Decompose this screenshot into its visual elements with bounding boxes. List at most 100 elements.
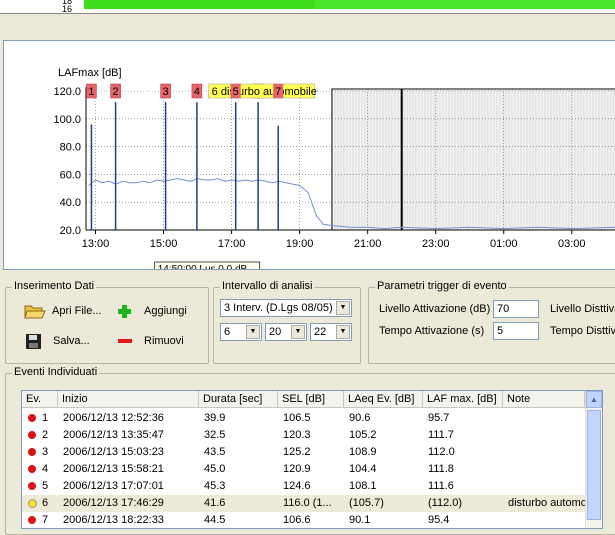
cell-durata: 45.3 xyxy=(204,480,226,492)
table-row[interactable]: 4 2006/12/13 15:58:21 45.0 120.9 104.4 111.8 xyxy=(22,461,585,478)
col-header-lafmax[interactable]: LAF max. [dB] xyxy=(423,391,503,408)
cell-laeq: 105.2 xyxy=(349,429,377,441)
table-row[interactable]: 1 2006/12/13 12:52:36 39.9 106.5 90.6 95.7 xyxy=(22,410,585,427)
cell-sel: 120.9 xyxy=(283,463,311,475)
event-marker-label: 7 xyxy=(275,86,281,98)
event-annotation: 6 disturbo automobile xyxy=(212,86,317,98)
status-dot-icon xyxy=(28,482,36,490)
scroll-up-arrow-icon[interactable]: ▲ xyxy=(586,391,602,408)
cell-lafmax: 111.6 xyxy=(428,480,454,492)
add-button[interactable]: Aggiungi xyxy=(116,301,187,321)
interval-select[interactable]: 3 Interv. (D.Lgs 08/05) ▼ xyxy=(220,299,352,317)
chevron-down-icon[interactable]: ▼ xyxy=(336,325,350,339)
trigger-title: Parametri trigger di evento xyxy=(375,280,509,292)
plus-icon xyxy=(118,305,131,318)
floppy-icon xyxy=(26,334,41,349)
shaded-region xyxy=(331,88,615,231)
status-dot-icon xyxy=(28,414,36,422)
folder-icon xyxy=(24,305,46,319)
save-label: Salva... xyxy=(53,335,90,347)
tempo-input[interactable]: 5 xyxy=(493,322,539,340)
event-marker-label: 4 xyxy=(194,86,200,98)
cell-sel: 124.6 xyxy=(283,480,311,492)
cell-ev: 6 xyxy=(42,497,49,509)
event-marker-label: 2 xyxy=(113,86,119,98)
cell-sel: 120.3 xyxy=(283,429,311,441)
x-tick-label: 17:00 xyxy=(218,238,246,250)
status-dot-icon xyxy=(28,431,36,439)
inserimento-group: Inserimento Dati xyxy=(5,280,209,364)
cell-inizio: 2006/12/13 18:22:33 xyxy=(63,514,164,526)
cell-inizio: 2006/12/13 15:03:23 xyxy=(63,446,164,458)
save-button[interactable]: Salva... xyxy=(24,331,90,351)
table-row[interactable]: 6 2006/12/13 17:46:29 41.6 116.0 (1... (105.… xyxy=(22,495,596,512)
interval-select-value: 3 Interv. (D.Lgs 08/05) xyxy=(224,302,333,314)
hour2-select[interactable]: 20 ▼ xyxy=(265,323,307,341)
livello-label: Livello Attivazione (dB) xyxy=(379,303,491,315)
chevron-down-icon[interactable]: ▼ xyxy=(336,301,350,315)
event-marker-label: 5 xyxy=(233,86,239,98)
lafmax-chart[interactable]: 120.0 100.0 80.0 60.0 40.0 20.0 13:00 15:00 17:0… xyxy=(3,40,615,270)
y-tick-label: 40.0 xyxy=(60,197,81,209)
tempo-label: Tempo Attivazione (s) xyxy=(379,325,485,337)
chevron-down-icon[interactable]: ▼ xyxy=(246,325,260,339)
cell-inizio: 2006/12/13 17:46:29 xyxy=(63,497,164,509)
vertical-scrollbar[interactable]: ▲ xyxy=(585,391,602,528)
cell-laeq: 108.9 xyxy=(349,446,377,458)
cell-inizio: 2006/12/13 15:58:21 xyxy=(63,463,164,475)
level-tick-16: 16 xyxy=(62,4,73,14)
chevron-down-icon[interactable]: ▼ xyxy=(291,325,305,339)
cell-lafmax: (112.0) xyxy=(428,497,463,509)
cell-laeq: 108.1 xyxy=(349,480,377,492)
status-dot-icon xyxy=(28,499,37,508)
cell-inizio: 2006/12/13 17:07:01 xyxy=(63,480,164,492)
y-tick-label: 80.0 xyxy=(60,142,81,154)
intervallo-title: Intervallo di analisi xyxy=(220,280,315,292)
remove-button[interactable]: Rimuovi xyxy=(116,331,184,351)
cell-sel: 106.6 xyxy=(283,514,311,526)
x-tick-label: 01:00 xyxy=(490,238,518,250)
col-header-ev[interactable]: Ev. xyxy=(22,391,58,408)
col-header-laeq[interactable]: LAeq Ev. [dB] xyxy=(344,391,423,408)
cell-ev: 1 xyxy=(42,412,49,424)
cell-sel: 116.0 (1... xyxy=(283,497,332,509)
event-marker-label: 3 xyxy=(163,86,169,98)
table-row[interactable]: 2 2006/12/13 13:35:47 32.5 120.3 105.2 111.7 xyxy=(22,427,585,444)
cell-lafmax: 111.7 xyxy=(428,429,454,441)
hour1-select[interactable]: 6 ▼ xyxy=(220,323,262,341)
hour1-value: 6 xyxy=(224,326,231,338)
table-row[interactable]: 3 2006/12/13 15:03:23 43.5 125.2 108.9 112.0 xyxy=(22,444,585,461)
y-axis-title: LAFmax [dB] xyxy=(58,67,122,79)
cell-durata: 41.6 xyxy=(204,497,226,509)
tempo-value: 5 xyxy=(497,325,504,337)
table-row[interactable]: 5 2006/12/13 17:07:01 45.3 124.6 108.1 111.6 xyxy=(22,478,585,495)
col-header-sel[interactable]: SEL [dB] xyxy=(278,391,344,408)
livello-input[interactable]: 70 xyxy=(493,300,539,318)
cell-durata: 39.9 xyxy=(204,412,226,424)
events-table[interactable]: Ev. Inizio Durata [sec] SEL [dB] LAeq Ev… xyxy=(21,390,603,529)
cell-lafmax: 112.0 xyxy=(428,446,455,458)
cell-durata: 45.0 xyxy=(204,463,226,475)
cell-durata: 44.5 xyxy=(204,514,226,526)
minus-icon xyxy=(118,339,132,343)
open-file-button[interactable]: Apri File... xyxy=(24,301,102,321)
hour3-select[interactable]: 22 ▼ xyxy=(310,323,352,341)
chart-canvas[interactable]: 120.0 100.0 80.0 60.0 40.0 20.013:00 15:00 17:0… xyxy=(4,41,615,269)
col-header-inizio[interactable]: Inizio xyxy=(58,391,199,408)
scroll-thumb[interactable] xyxy=(587,410,601,520)
hover-tooltip-text: 14:50:00 Lus 0.0 dB xyxy=(158,264,248,269)
cell-durata: 32.5 xyxy=(204,429,226,441)
table-row[interactable]: 7 2006/12/13 18:22:33 44.5 106.6 90.1 95.4 xyxy=(22,512,585,528)
cell-laeq: 104.4 xyxy=(349,463,377,475)
add-label: Aggiungi xyxy=(144,305,187,317)
col-header-note[interactable]: Note xyxy=(503,391,585,408)
status-dot-icon xyxy=(28,465,36,473)
x-tick-label: 03:00 xyxy=(558,238,586,250)
cell-sel: 125.2 xyxy=(283,446,311,458)
col-header-durata[interactable]: Durata [sec] xyxy=(199,391,278,408)
cell-ev: 2 xyxy=(42,429,49,441)
y-tick-label: 20.0 xyxy=(60,225,81,237)
cell-lafmax: 111.8 xyxy=(428,463,454,475)
open-file-label: Apri File... xyxy=(52,305,102,317)
x-tick-label: 13:00 xyxy=(82,238,110,250)
